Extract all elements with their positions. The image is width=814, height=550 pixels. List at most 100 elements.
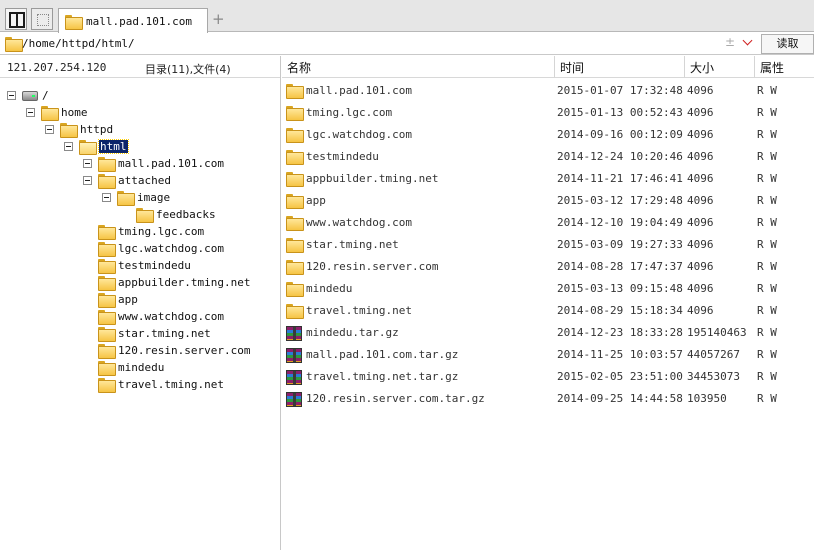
directory-tree-panel: 121.207.254.120 目录(11),文件(4) / home httpd h… [0,56,281,550]
file-size: 4096 [687,172,714,185]
item-count: 目录(11),文件(4) [145,63,231,76]
collapse-toggle-icon[interactable] [64,142,73,151]
file-size: 103950 [687,392,727,405]
sort-toggle-button[interactable]: ± [725,35,735,49]
file-attr: R W [757,282,777,295]
folder-icon [286,128,304,143]
drive-icon [22,90,38,101]
file-name: travel.tming.net.tar.gz [306,370,459,383]
tree-item-label: tming.lgc.com [118,225,205,238]
file-size: 34453073 [687,370,740,383]
tree-header: 121.207.254.120 目录(11),文件(4) [0,56,280,78]
folder-icon [98,242,116,257]
file-row[interactable]: travel.tming.net.tar.gz 2015-02-05 23:51:… [282,366,814,388]
file-size: 4096 [687,128,714,141]
file-name: www.watchdog.com [306,216,412,229]
tree-item[interactable]: home [26,104,88,121]
file-attr: R W [757,150,777,163]
tree-item[interactable]: testmindedu [98,257,191,274]
file-row[interactable]: 120.resin.server.com.tar.gz 2014-09-25 14… [282,388,814,410]
file-name: lgc.watchdog.com [306,128,412,141]
file-row[interactable]: app 2015-03-12 17:29:48 4096 R W [282,190,814,212]
file-row[interactable]: star.tming.net 2015-03-09 19:27:33 4096 R W [282,234,814,256]
tree-item-label: app [118,293,138,306]
tab-mall-pad[interactable]: mall.pad.101.com [58,8,208,33]
column-header-attr[interactable]: 属性 [755,56,814,78]
column-header-name[interactable]: 名称 [282,56,555,78]
collapse-toggle-icon[interactable] [45,125,54,134]
folder-icon [286,194,304,209]
file-time: 2014-09-25 14:44:58 [557,392,683,405]
tree-item[interactable]: star.tming.net [98,325,211,342]
add-tab-button[interactable]: + [212,10,225,28]
file-attr: R W [757,216,777,229]
tab-bar: mall.pad.101.com + [0,0,814,33]
file-name: testmindedu [306,150,379,163]
file-time: 2014-12-10 19:04:49 [557,216,683,229]
collapse-toggle-icon[interactable] [7,91,16,100]
column-header-size[interactable]: 大小 [685,56,755,78]
file-row[interactable]: lgc.watchdog.com 2014-09-16 00:12:09 4096 R… [282,124,814,146]
folder-icon [286,150,304,165]
tree-item[interactable]: html [64,138,129,155]
path-input[interactable] [22,34,722,53]
file-row[interactable]: mall.pad.101.com 2015-01-07 17:32:48 4096 R… [282,80,814,102]
folder-icon [98,310,116,325]
file-row[interactable]: tming.lgc.com 2015-01-13 00:52:43 4096 R W [282,102,814,124]
tree-item[interactable]: / [7,87,49,104]
file-attr: R W [757,326,777,339]
collapse-toggle-icon[interactable] [26,108,35,117]
file-name: 120.resin.server.com.tar.gz [306,392,485,405]
archive-icon [286,392,302,407]
file-attr: R W [757,194,777,207]
tree-item[interactable]: image [102,189,170,206]
folder-icon [286,238,304,253]
chevron-down-icon[interactable] [742,35,753,46]
file-name: app [306,194,326,207]
tree-item[interactable]: appbuilder.tming.net [98,274,250,291]
tree-item[interactable]: mindedu [98,359,164,376]
tree-item[interactable]: attached [83,172,171,189]
file-time: 2014-11-21 17:46:41 [557,172,683,185]
tree-item-label: testmindedu [118,259,191,272]
file-row[interactable]: mindedu.tar.gz 2014-12-23 18:33:28 1951404… [282,322,814,344]
folder-icon [65,14,83,30]
file-name: star.tming.net [306,238,399,251]
tree-item[interactable]: travel.tming.net [98,376,224,393]
file-time: 2015-03-12 17:29:48 [557,194,683,207]
tree-item-label: attached [118,174,171,187]
tree-item[interactable]: httpd [45,121,113,138]
collapse-toggle-icon[interactable] [102,193,111,202]
blank-page-icon[interactable] [31,8,53,30]
read-button[interactable]: 读取 [761,34,814,54]
host-address: 121.207.254.120 [7,61,107,74]
tree-item-label: html [98,139,129,154]
folder-icon [98,344,116,359]
file-name: 120.resin.server.com [306,260,439,273]
file-row[interactable]: travel.tming.net 2014-08-29 15:18:34 4096 R… [282,300,814,322]
tree-item[interactable]: feedbacks [136,206,216,223]
file-row[interactable]: mall.pad.101.com.tar.gz 2014-11-25 10:03:… [282,344,814,366]
tree-item[interactable]: lgc.watchdog.com [98,240,224,257]
collapse-toggle-icon[interactable] [83,176,92,185]
tree-item[interactable]: app [98,291,138,308]
tree-item[interactable]: 120.resin.server.com [98,342,250,359]
file-row[interactable]: 120.resin.server.com 2014-08-28 17:47:37 4… [282,256,814,278]
panel-toggle-icon[interactable] [5,8,27,30]
column-header-time[interactable]: 时间 [555,56,685,78]
folder-icon [98,327,116,342]
tree-item-label: home [61,106,88,119]
tree-item-label: image [137,191,171,204]
file-row[interactable]: appbuilder.tming.net 2014-11-21 17:46:41 4… [282,168,814,190]
tree-item[interactable]: tming.lgc.com [98,223,204,240]
file-size: 4096 [687,194,714,207]
folder-icon [286,106,304,121]
file-row[interactable]: www.watchdog.com 2014-12-10 19:04:49 4096 R… [282,212,814,234]
tree-item[interactable]: www.watchdog.com [98,308,224,325]
file-row[interactable]: testmindedu 2014-12-24 10:20:46 4096 R W [282,146,814,168]
file-row[interactable]: mindedu 2015-03-13 09:15:48 4096 R W [282,278,814,300]
tree-item[interactable]: mall.pad.101.com [83,155,224,172]
collapse-toggle-icon[interactable] [83,159,92,168]
file-time: 2015-03-13 09:15:48 [557,282,683,295]
file-attr: R W [757,348,777,361]
